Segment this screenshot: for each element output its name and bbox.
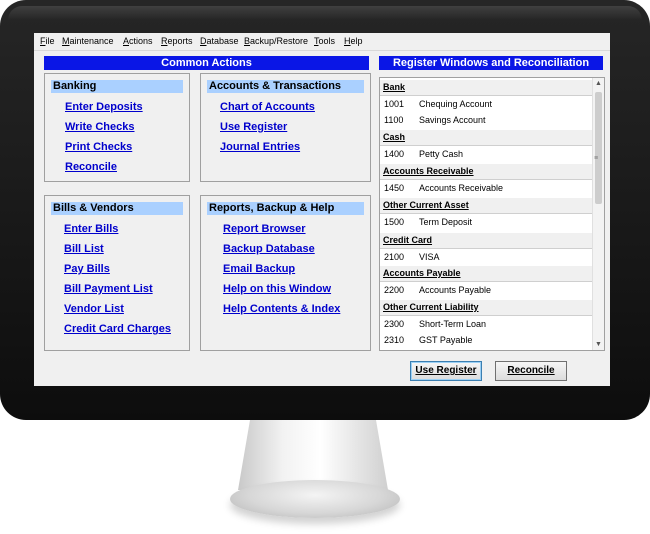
bill-payment-list-link[interactable]: Bill Payment List [64,283,153,295]
account-code: 1450 [384,183,405,193]
email-backup-link[interactable]: Email Backup [223,263,295,275]
scrollbar-thumb[interactable] [595,92,602,204]
account-name: Accounts Payable [419,285,492,295]
account-code: 2300 [384,319,405,329]
banking-group: Banking Enter Deposits Write Checks Prin… [44,73,190,182]
enter-bills-link[interactable]: Enter Bills [64,223,118,235]
write-checks-link[interactable]: Write Checks [65,121,135,133]
use-register-button[interactable]: Use Register [410,361,482,381]
account-name: Petty Cash [419,149,464,159]
account-code: 1400 [384,149,405,159]
backup-database-link[interactable]: Backup Database [223,243,315,255]
account-name: Short-Term Loan [419,319,487,329]
reconcile-button[interactable]: Reconcile [495,361,567,381]
bills-vendors-group: Bills & Vendors Enter Bills Bill List Pa… [44,195,190,351]
scroll-down-arrow-icon[interactable]: ▼ [593,339,604,350]
menu-backup-restore[interactable]: Backup/Restore [244,36,308,46]
account-name: GST Payable [419,335,473,345]
account-name: Chequing Account [419,99,493,109]
accounts-transactions-group: Accounts & Transactions Chart of Account… [200,73,371,182]
menu-help[interactable]: Help [344,36,363,46]
print-checks-link[interactable]: Print Checks [65,141,132,153]
category-cash: Cash [380,130,593,146]
account-name: VISA [419,252,440,262]
bill-list-link[interactable]: Bill List [64,243,104,255]
menu-actions[interactable]: Actions [123,36,153,46]
banking-title: Banking [51,80,183,93]
account-code: 2100 [384,252,405,262]
menu-database[interactable]: Database [200,36,239,46]
category-accounts-payable: Accounts Payable [380,266,593,282]
category-other-current-asset: Other Current Asset [380,198,593,214]
account-code: 2200 [384,285,405,295]
monitor-stand-base [230,480,400,518]
account-code: 2310 [384,335,405,345]
journal-entries-link[interactable]: Journal Entries [220,141,300,153]
category-credit-card: Credit Card [380,233,593,249]
scroll-up-arrow-icon[interactable]: ▲ [593,78,604,89]
account-code: 1001 [384,99,405,109]
credit-card-charges-link[interactable]: Credit Card Charges [64,323,171,335]
app-window: File Maintenance Actions Reports Databas… [34,33,610,386]
menu-tools[interactable]: Tools [314,36,335,46]
chart-of-accounts-link[interactable]: Chart of Accounts [220,101,315,113]
list-scrollbar[interactable]: ▲ ≡ ▼ [592,78,604,350]
help-on-this-window-link[interactable]: Help on this Window [223,283,331,295]
category-bank: Bank [380,80,593,96]
menu-reports[interactable]: Reports [161,36,193,46]
register-header: Register Windows and Reconciliation [379,56,603,70]
category-accounts-receivable: Accounts Receivable [380,164,593,180]
bezel-highlight [8,6,642,20]
account-code: 1100 [384,115,404,125]
menu-bar: File Maintenance Actions Reports Databas… [34,33,610,51]
reports-backup-help-group: Reports, Backup & Help Report Browser Ba… [200,195,371,351]
account-name: Term Deposit [419,217,473,227]
account-name: Accounts Receivable [419,183,504,193]
register-account-list[interactable]: Bank 1001 Chequing Account 1100 Savings … [379,77,605,351]
scrollbar-grip-icon: ≡ [594,155,599,162]
vendor-list-link[interactable]: Vendor List [64,303,124,315]
bills-vendors-title: Bills & Vendors [51,202,183,215]
category-other-current-liability: Other Current Liability [380,300,593,316]
menu-maintenance[interactable]: Maintenance [62,36,114,46]
reports-backup-help-title: Reports, Backup & Help [207,202,364,215]
menu-file[interactable]: File [40,36,55,46]
use-register-link[interactable]: Use Register [220,121,287,133]
accounts-transactions-title: Accounts & Transactions [207,80,364,93]
common-actions-header: Common Actions [44,56,369,70]
report-browser-link[interactable]: Report Browser [223,223,306,235]
pay-bills-link[interactable]: Pay Bills [64,263,110,275]
help-contents-index-link[interactable]: Help Contents & Index [223,303,340,315]
reconcile-link[interactable]: Reconcile [65,161,117,173]
enter-deposits-link[interactable]: Enter Deposits [65,101,143,113]
account-code: 1500 [384,217,405,227]
account-name: Savings Account [419,115,486,125]
